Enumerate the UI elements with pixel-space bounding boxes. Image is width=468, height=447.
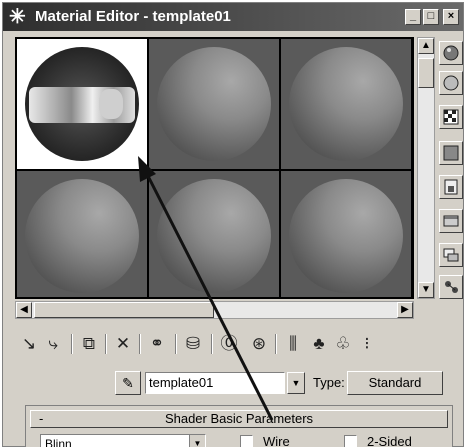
rollout-title: Shader Basic Parameters	[164, 411, 314, 426]
window-title: Material Editor - template01	[35, 8, 231, 25]
collapse-toggle[interactable]: -	[39, 411, 43, 427]
material-sphere-preview	[289, 47, 403, 161]
scroll-thumb[interactable]	[34, 302, 214, 318]
reset-map-icon[interactable]: ✕	[111, 331, 135, 357]
material-sphere-preview	[157, 47, 271, 161]
minimize-button[interactable]: _	[405, 9, 421, 25]
scroll-down-icon[interactable]: ▼	[418, 282, 434, 298]
type-label: Type:	[313, 375, 345, 390]
eyedropper-icon[interactable]: ✎	[115, 371, 141, 395]
shader-basic-parameters-rollout: - Shader Basic Parameters Blinn ▼ Wire 2…	[25, 405, 453, 447]
make-unique-icon[interactable]: ⛁	[181, 331, 205, 357]
uv-tiling-icon[interactable]	[439, 141, 463, 165]
sample-slot-6[interactable]	[281, 171, 411, 297]
slots-vertical-scrollbar[interactable]: ▲ ▼	[417, 37, 435, 299]
material-type-button[interactable]: Standard	[347, 371, 443, 395]
material-name-input[interactable]: template01	[145, 372, 285, 394]
backlight-icon[interactable]	[439, 71, 463, 95]
slots-horizontal-scrollbar[interactable]: ◀ ▶	[15, 301, 414, 319]
close-button[interactable]: ×	[443, 9, 459, 25]
get-material-icon[interactable]: ↘	[17, 331, 41, 357]
material-editor-window: ✳ Material Editor - template01 _ □ × ▲ ▼…	[2, 2, 464, 447]
rollout-header[interactable]: - Shader Basic Parameters	[30, 410, 448, 428]
wire-label: Wire	[263, 434, 290, 447]
material-sphere-preview	[157, 179, 271, 293]
sample-slot-3[interactable]	[281, 39, 411, 169]
shader-type-value: Blinn	[45, 437, 72, 447]
sample-slot-4[interactable]	[17, 171, 147, 297]
show-end-result-icon[interactable]: ⫼	[281, 331, 305, 357]
sample-slot-5[interactable]	[149, 171, 279, 297]
chevron-down-icon[interactable]: ▼	[189, 435, 205, 447]
material-name-row: ✎ template01 ▼ Type: Standard	[115, 371, 445, 395]
options-icon[interactable]	[439, 243, 463, 267]
two-sided-checkbox[interactable]: 2-Sided	[344, 434, 412, 447]
material-toolbar: ↘ ⤷ ⧉ ✕ ⚭ ⛁ ⓪ ⊛ ⫼ ♣ ♧ ⁝	[17, 331, 457, 359]
snowflake-icon: ✳	[9, 6, 26, 28]
title-bar[interactable]: ✳ Material Editor - template01 _ □ ×	[3, 3, 463, 31]
sample-slots-grid	[15, 37, 414, 299]
checkbox-box[interactable]	[344, 435, 357, 447]
put-to-scene-icon[interactable]: ⤷	[41, 331, 65, 357]
scroll-left-icon[interactable]: ◀	[16, 302, 32, 318]
material-sphere-preview	[289, 179, 403, 293]
video-color-check-icon[interactable]	[439, 175, 463, 199]
material-effects-channel-icon[interactable]: ⓪	[217, 331, 241, 357]
checkbox-box[interactable]	[240, 435, 253, 447]
scroll-thumb[interactable]	[418, 58, 434, 88]
go-forward-icon[interactable]: ♧	[331, 331, 355, 357]
sample-type-icon[interactable]	[439, 41, 463, 65]
chevron-down-icon[interactable]: ▼	[287, 372, 305, 394]
maximize-button[interactable]: □	[423, 9, 439, 25]
make-preview-icon[interactable]	[439, 209, 463, 233]
sample-slot-2[interactable]	[149, 39, 279, 169]
background-icon[interactable]	[439, 105, 463, 129]
wire-checkbox[interactable]: Wire	[240, 434, 290, 447]
copy-material-icon[interactable]: ⚭	[145, 331, 169, 357]
select-by-material-icon[interactable]	[439, 275, 463, 299]
scroll-up-icon[interactable]: ▲	[418, 38, 434, 54]
two-sided-label: 2-Sided	[367, 434, 412, 447]
sample-slot-1[interactable]	[17, 39, 147, 169]
show-map-in-viewport-icon[interactable]: ⊛	[247, 331, 271, 357]
scroll-right-icon[interactable]: ▶	[397, 302, 413, 318]
go-to-parent-icon[interactable]: ♣	[307, 331, 331, 357]
material-sphere-preview	[25, 179, 139, 293]
assign-material-icon[interactable]: ⧉	[77, 331, 101, 357]
shader-type-select[interactable]: Blinn ▼	[40, 434, 206, 447]
material-navigator-icon[interactable]: ⁝	[355, 331, 379, 357]
material-sphere-preview	[25, 47, 139, 161]
